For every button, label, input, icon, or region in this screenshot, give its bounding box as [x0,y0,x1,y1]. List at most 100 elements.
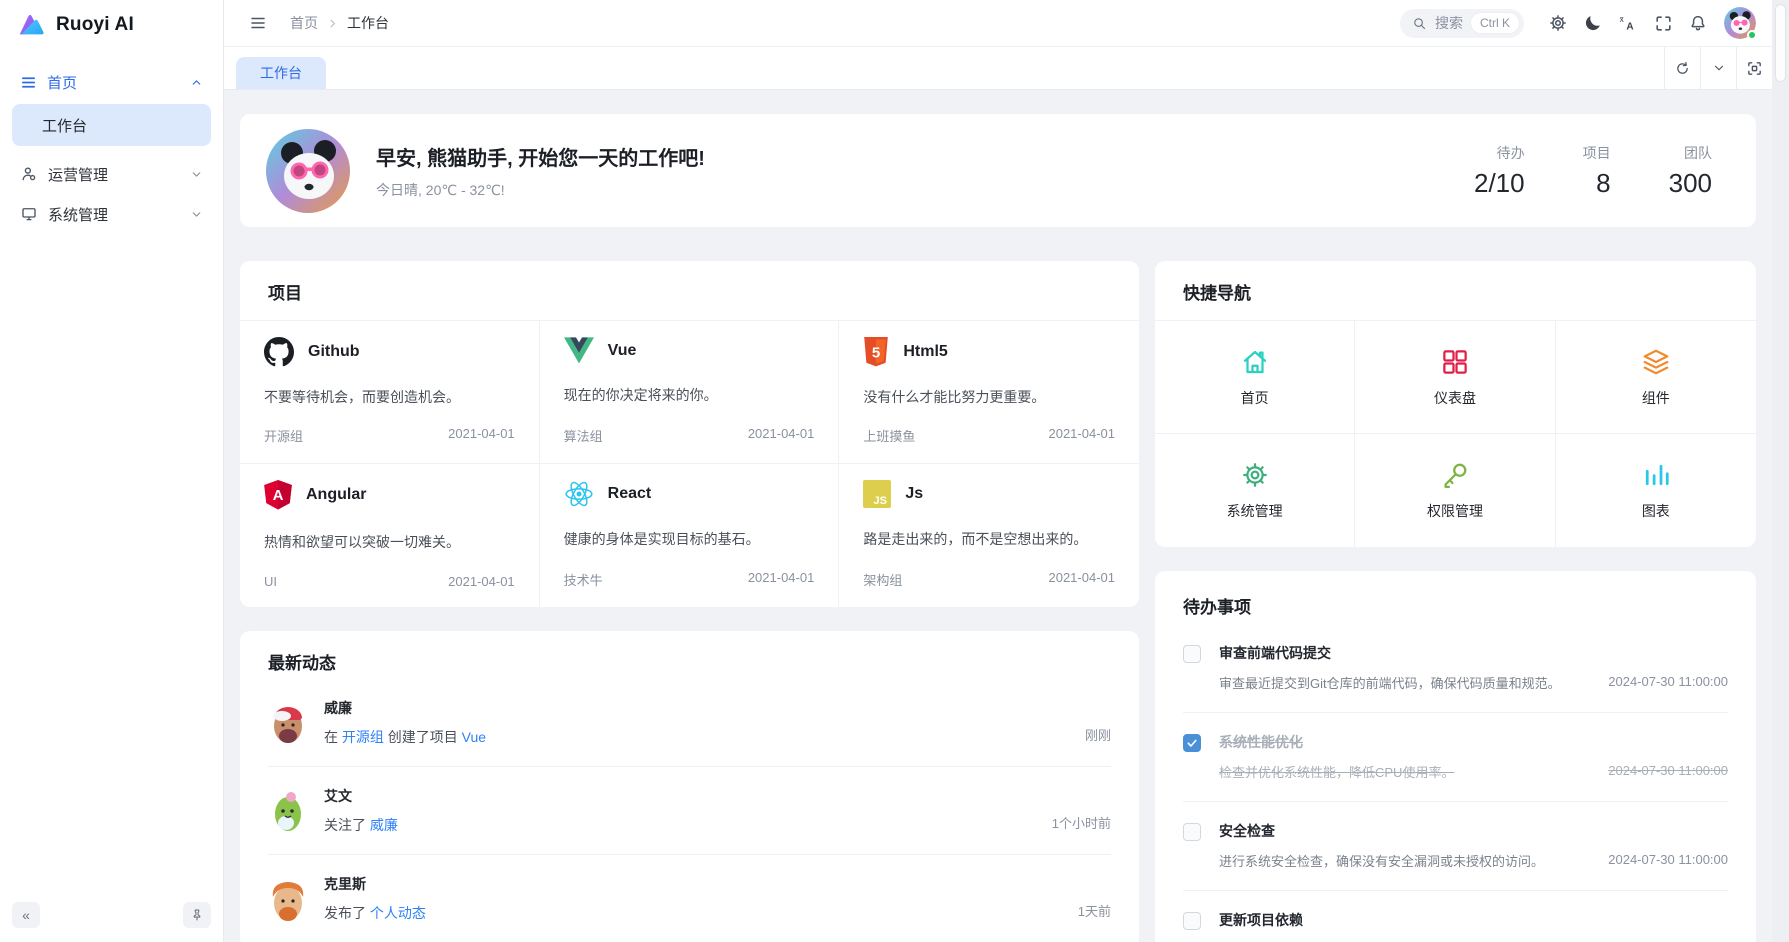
todo-title: 更新项目依赖 [1219,910,1710,930]
quicknav-label: 权限管理 [1427,501,1483,521]
pin-sidebar-button[interactable] [183,902,211,928]
angular-logo-icon: A [264,480,292,510]
page-scrollbar[interactable] [1772,0,1789,942]
language-button[interactable]: x̄ A [1612,7,1644,39]
user-avatar [268,877,308,921]
todo-date: 2024-07-30 11:00:00 [1608,674,1728,689]
pin-icon [190,908,204,922]
quicknav-label: 仪表盘 [1434,388,1476,408]
todo-item: 审查前端代码提交 审查最近提交到Git仓库的前端代码，确保代码质量和规范。 20… [1183,624,1728,712]
news-timestamp: 1个小时前 [1052,813,1111,832]
news-panel-title: 最新动态 [240,631,1139,678]
quicknav-system[interactable]: 系统管理 [1155,434,1355,547]
project-desc: 没有什么才能比努力更重要。 [863,387,1115,407]
quicknav-permissions[interactable]: 权限管理 [1355,434,1555,547]
news-timestamp: 刚刚 [1085,725,1111,744]
quicknav-charts[interactable]: 图表 [1556,434,1756,547]
welcome-stats: 待办 2/10 项目 8 团队 300 [1474,143,1712,199]
project-card-react[interactable]: React 健康的身体是实现目标的基石。 技术牛 2021-04-01 [540,464,840,607]
news-link-group[interactable]: 开源组 [342,729,384,745]
maximize-content-button[interactable] [1736,47,1772,89]
news-timestamp: 1天前 [1078,901,1111,920]
scrollbar-thumb[interactable] [1775,4,1786,82]
project-card-js[interactable]: JS Js 路是走出来的，而不是空想出来的。 架构组 2021-04-01 [839,464,1139,607]
tab-options-button[interactable] [1700,47,1736,89]
todo-item: 系统性能优化 检查并优化系统性能，降低CPU使用率。 2024-07-30 11… [1183,712,1728,801]
stat-label: 团队 [1669,143,1712,163]
sidebar-item-operations[interactable]: 运营管理 [12,154,211,194]
sidebar-item-label: 系统管理 [48,204,108,225]
moon-icon [1583,13,1603,33]
quicknav-home[interactable]: 首页 [1155,321,1355,434]
quicknav-dashboard[interactable]: 仪表盘 [1355,321,1555,434]
news-action-text: 创建了项目 [384,729,462,745]
todo-checkbox[interactable] [1183,645,1201,663]
todo-checkbox[interactable] [1183,912,1201,930]
projects-panel: 项目 Github 不要等待机会，而要创造机会。 开源组 [240,261,1139,607]
todo-desc: 审查最近提交到Git仓库的前端代码，确保代码质量和规范。 [1219,673,1590,692]
news-user-name: 克里斯 [324,874,426,894]
todo-text: 安全检查 进行系统安全检查，确保没有安全漏洞或未授权的访问。 [1219,821,1590,870]
toggle-sidebar-button[interactable] [242,7,274,39]
notifications-button[interactable] [1682,7,1714,39]
svg-text:JS: JS [874,495,887,507]
chevron-down-icon [190,208,203,221]
user-avatar[interactable] [1724,7,1756,39]
quicknav-grid: 首页 仪表盘 组件 [1155,321,1756,547]
sidebar-item-home[interactable]: 首页 [12,62,211,102]
todo-text: 审查前端代码提交 审查最近提交到Git仓库的前端代码，确保代码质量和规范。 [1219,643,1590,692]
project-date: 2021-04-01 [748,570,815,589]
quicknav-components[interactable]: 组件 [1556,321,1756,434]
project-card-github[interactable]: Github 不要等待机会，而要创造机会。 开源组 2021-04-01 [240,321,540,464]
tab-workbench[interactable]: 工作台 [236,57,326,89]
todo-desc: 检查并优化系统性能，降低CPU使用率。 [1219,762,1590,781]
top-bar: 首页 工作台 搜索 Ctrl K [224,0,1772,47]
refresh-tab-button[interactable] [1664,47,1700,89]
search-input[interactable]: 搜索 Ctrl K [1400,9,1524,38]
stat-label: 项目 [1583,143,1611,163]
breadcrumb-home[interactable]: 首页 [290,13,318,33]
settings-button[interactable] [1542,7,1574,39]
project-name: Github [308,343,360,361]
chevron-up-icon [190,76,203,89]
welcome-text: 早安, 熊猫助手, 开始您一天的工作吧! 今日晴, 20℃ - 32℃! [376,142,705,200]
project-card-vue[interactable]: Vue 现在的你决定将来的你。 算法组 2021-04-01 [540,321,840,464]
welcome-card: 早安, 熊猫助手, 开始您一天的工作吧! 今日晴, 20℃ - 32℃! 待办 … [240,114,1756,227]
dark-mode-button[interactable] [1577,7,1609,39]
news-link-project[interactable]: Vue [462,729,486,745]
collapse-sidebar-button[interactable]: « [12,902,40,928]
expand-icon [1746,60,1763,77]
project-group: 上班摸鱼 [863,426,915,445]
sidebar-item-system[interactable]: 系统管理 [12,194,211,234]
project-desc: 健康的身体是实现目标的基石。 [564,529,815,549]
app-logo-icon [16,10,46,40]
project-desc: 路是走出来的，而不是空想出来的。 [863,529,1115,549]
project-card-angular[interactable]: A Angular 热情和欲望可以突破一切难关。 UI 2021-04-01 [240,464,540,607]
fullscreen-button[interactable] [1647,7,1679,39]
news-action-text: 发布了 [324,905,370,921]
gear-icon [1548,13,1568,33]
content-columns: 项目 Github 不要等待机会，而要创造机会。 开源组 [240,261,1756,942]
breadcrumb-current: 工作台 [347,13,389,33]
topbar-actions: x̄ A [1542,7,1714,39]
news-user-name: 威廉 [324,698,486,718]
news-link-feed[interactable]: 个人动态 [370,905,426,921]
news-item[interactable]: 艾文 关注了 威廉 1个小时前 [268,766,1111,854]
news-link-user[interactable]: 威廉 [370,817,398,833]
brand-header[interactable]: Ruoyi AI [0,0,223,50]
projects-panel-title: 项目 [240,261,1139,321]
sidebar-item-workbench[interactable]: 工作台 [12,104,211,146]
stat-value: 8 [1583,168,1611,199]
todo-text: 系统性能优化 检查并优化系统性能，降低CPU使用率。 [1219,732,1590,781]
todo-checkbox[interactable] [1183,823,1201,841]
todo-checkbox-checked[interactable] [1183,734,1201,752]
left-column: 项目 Github 不要等待机会，而要创造机会。 开源组 [240,261,1139,942]
stat-todo: 待办 2/10 [1474,143,1525,199]
project-desc: 不要等待机会，而要创造机会。 [264,387,515,407]
project-card-html5[interactable]: 5 Html5 没有什么才能比努力更重要。 上班摸鱼 2021-04-01 [839,321,1139,464]
stat-projects: 项目 8 [1583,143,1611,199]
news-item[interactable]: 克里斯 发布了 个人动态 1天前 [268,854,1111,942]
search-shortcut-badge: Ctrl K [1471,13,1519,33]
news-item[interactable]: 威廉 在 开源组 创建了项目 Vue 刚刚 [268,678,1111,766]
todo-title: 审查前端代码提交 [1219,643,1590,663]
